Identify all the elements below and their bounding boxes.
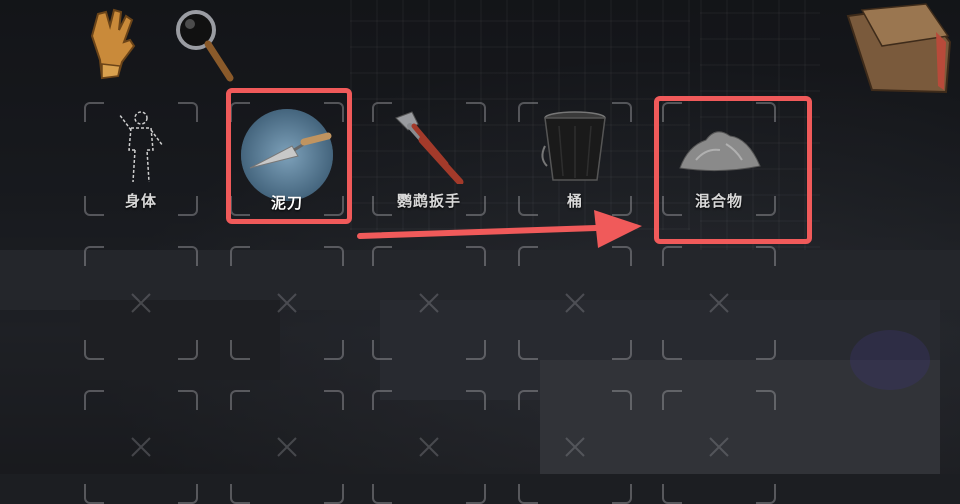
x-mark-icon [277, 293, 297, 313]
x-mark-icon [419, 437, 439, 457]
inventory-slot-empty[interactable] [84, 390, 198, 504]
inventory-slot-body[interactable]: 身体 [84, 102, 198, 216]
x-mark-icon [565, 293, 585, 313]
folder-icon[interactable] [842, 2, 954, 94]
x-mark-icon [277, 437, 297, 457]
highlight-mixture-box [654, 96, 812, 244]
highlight-trowel-box [226, 88, 352, 224]
inventory-slot-empty[interactable] [372, 390, 486, 504]
x-mark-icon [419, 293, 439, 313]
x-mark-icon [709, 293, 729, 313]
inventory-slot-empty[interactable] [662, 390, 776, 504]
magnifying-glass-icon[interactable] [172, 6, 238, 84]
inventory-slot-empty[interactable] [84, 246, 198, 360]
body-outline-icon [101, 106, 181, 186]
x-mark-icon [131, 437, 151, 457]
annotation-arrow [357, 210, 642, 248]
x-mark-icon [709, 437, 729, 457]
bucket-icon [535, 106, 615, 186]
inventory-slot-empty[interactable] [662, 246, 776, 360]
inventory-slot-bucket[interactable]: 桶 [518, 102, 632, 216]
pipe-wrench-icon [388, 104, 468, 186]
inventory-slot-empty[interactable] [518, 390, 632, 504]
gloves-icon[interactable] [84, 6, 144, 82]
inventory-slot-empty[interactable] [230, 390, 344, 504]
slot-label-body: 身体 [124, 192, 157, 210]
x-mark-icon [131, 293, 151, 313]
x-mark-icon [565, 437, 585, 457]
inventory-slot-empty[interactable] [230, 246, 344, 360]
inventory-slot-pipe-wrench[interactable]: 鹦鹉扳手 [372, 102, 486, 216]
